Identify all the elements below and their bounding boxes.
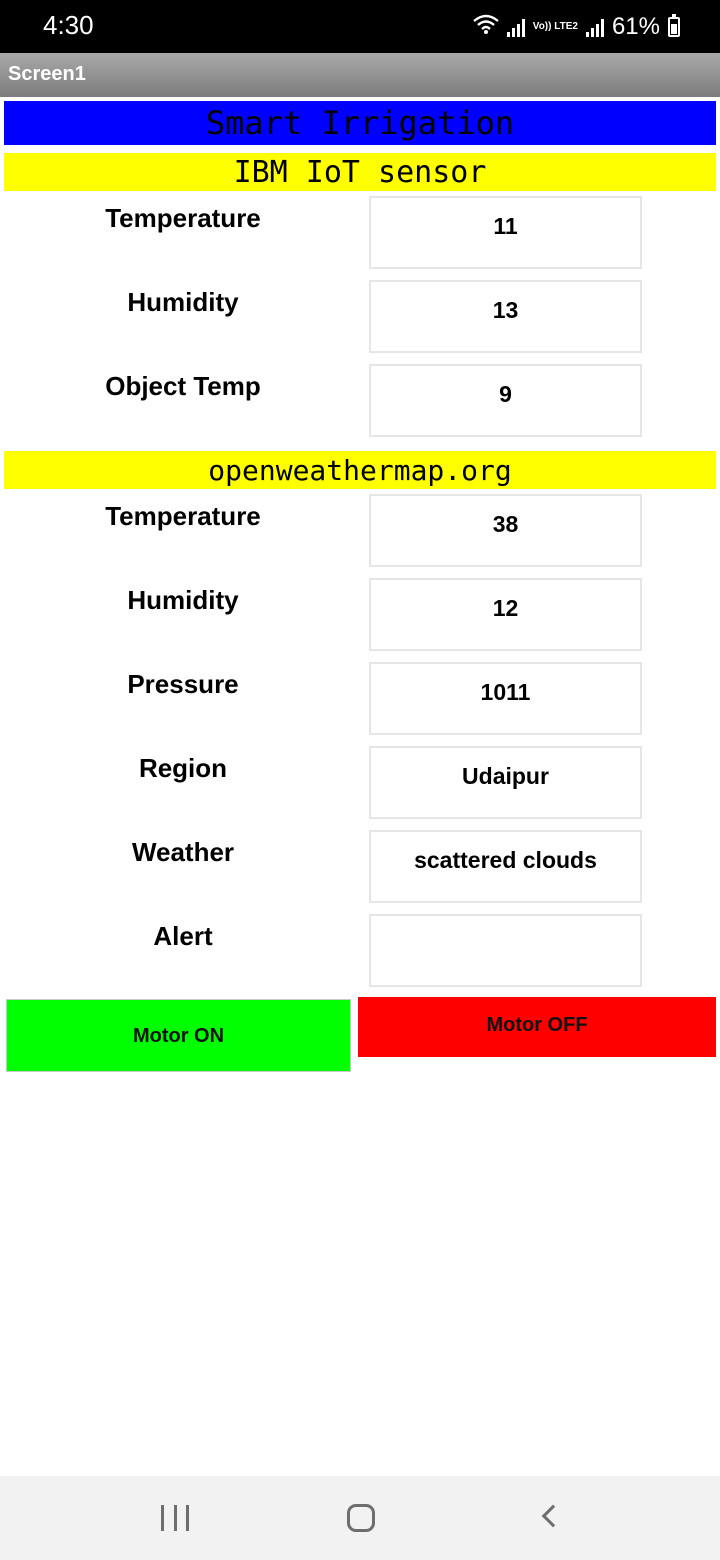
weather-section-header: openweathermap.org: [4, 451, 716, 489]
app-title-banner: Smart Irrigation: [4, 101, 716, 145]
weather-region-label: Region: [138, 753, 228, 783]
battery-icon: [668, 14, 680, 37]
weather-section-title: openweathermap.org: [208, 454, 512, 487]
iot-object-temp-label: Object Temp: [105, 371, 261, 401]
motor-off-button[interactable]: Motor OFF: [358, 997, 716, 1057]
motor-on-button[interactable]: Motor ON: [6, 999, 351, 1072]
weather-pressure-label: Pressure: [127, 669, 239, 699]
weather-temperature-field[interactable]: 38: [369, 494, 642, 567]
iot-section-header: IBM IoT sensor: [4, 153, 716, 191]
home-icon[interactable]: [347, 1504, 375, 1532]
status-icons: Vo)) LTE2 61%: [472, 11, 680, 43]
wifi-icon: [472, 13, 499, 41]
weather-humidity-field[interactable]: 12: [369, 578, 642, 651]
signal-icon: [506, 17, 525, 37]
iot-temperature-field[interactable]: 11: [369, 196, 642, 269]
signal-icon-2: [585, 17, 604, 37]
weather-alert-field[interactable]: [369, 914, 642, 987]
iot-section-title: IBM IoT sensor: [233, 155, 487, 190]
recent-apps-icon[interactable]: [161, 1505, 189, 1531]
screen-title: Screen1: [8, 63, 86, 85]
app-title: Smart Irrigation: [205, 104, 515, 142]
iot-temperature-label: Temperature: [105, 203, 261, 233]
weather-alert-label: Alert: [153, 921, 213, 951]
weather-condition-label: Weather: [131, 837, 235, 867]
status-time: 4:30: [43, 10, 94, 40]
navigation-bar: [0, 1476, 720, 1560]
weather-temperature-label: Temperature: [105, 501, 261, 531]
weather-humidity-label: Humidity: [127, 585, 239, 615]
weather-condition-field[interactable]: scattered clouds: [369, 830, 642, 903]
back-icon[interactable]: [541, 1504, 565, 1528]
volte-label: Vo)) LTE2: [532, 21, 578, 32]
iot-object-temp-field[interactable]: 9: [369, 364, 642, 437]
title-bar: Screen1: [0, 53, 720, 97]
iot-humidity-label: Humidity: [127, 287, 239, 317]
weather-region-field[interactable]: Udaipur: [369, 746, 642, 819]
status-bar: 4:30 Vo)) LTE2 61%: [0, 0, 720, 53]
battery-percent: 61%: [611, 13, 660, 40]
weather-pressure-field[interactable]: 1011: [369, 662, 642, 735]
iot-humidity-field[interactable]: 13: [369, 280, 642, 353]
